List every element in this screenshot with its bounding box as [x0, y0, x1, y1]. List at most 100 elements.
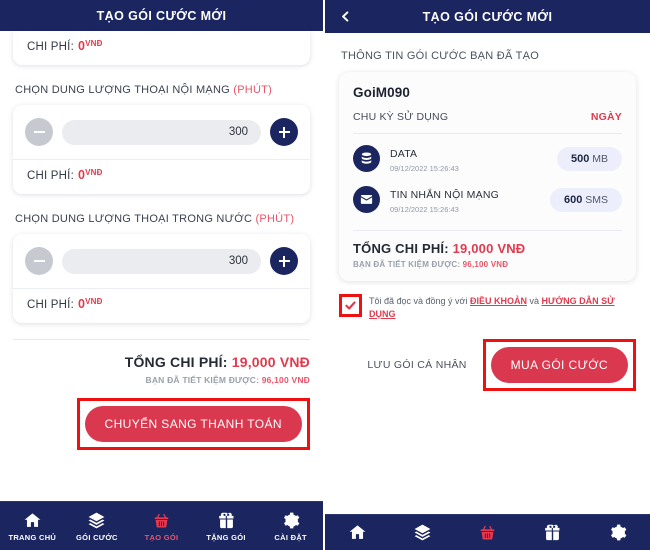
nav-item-trang-chu[interactable]: [325, 523, 390, 542]
savings-value: 96,100 VNĐ: [261, 375, 310, 385]
right-content: THÔNG TIN GÓI CƯỚC BẠN ĐÃ TẠO GoiM090 CH…: [325, 50, 650, 531]
save-personal-package-button[interactable]: LƯU GÓI CÁ NHÂN: [361, 359, 472, 371]
nav-item-trang-chu[interactable]: TRANG CHỦ: [0, 511, 65, 542]
feature-row-data: DATA 09/12/2022 15:26:43 500 MB: [353, 134, 622, 175]
right-phone-panel: TẠO GÓI CƯỚC MỚI THÔNG TIN GÓI CƯỚC BẠN …: [325, 0, 650, 550]
terms-prefix: Tôi đã đọc và đồng ý với: [369, 296, 470, 306]
total-cost-label: TỔNG CHI PHÍ:: [124, 354, 228, 370]
cost-amount: 0: [77, 297, 86, 311]
right-appbar-title: TẠO GÓI CƯỚC MỚI: [422, 9, 553, 24]
layers-icon: [87, 511, 106, 530]
feature-text-data: DATA 09/12/2022 15:26:43: [390, 144, 557, 173]
cost-row-top: CHI PHÍ: 0 VNĐ: [13, 31, 310, 65]
savings-label: BẠN ĐÃ TIẾT KIỆM ĐƯỢC:: [145, 375, 260, 385]
basket-icon: [152, 511, 171, 530]
section-unit: (PHÚT): [233, 84, 273, 96]
minus-icon: [33, 130, 45, 134]
decrement-button-trong-nuoc[interactable]: [25, 247, 53, 275]
nav-item-goi-cuoc[interactable]: GÓI CƯỚC: [65, 511, 130, 542]
home-icon: [348, 523, 367, 542]
nav-item-cai-dat[interactable]: CÀI ĐẶT: [258, 511, 323, 542]
cost-currency: VNĐ: [85, 39, 103, 48]
left-totals: TỔNG CHI PHÍ: 19,000 VNĐ BẠN ĐÃ TIẾT KIỆ…: [13, 339, 310, 385]
feature-text-sms: TIN NHẮN NỘI MẠNG 09/12/2022 15:26:43: [390, 185, 550, 214]
right-appbar: TẠO GÓI CƯỚC MỚI: [325, 0, 650, 33]
feature-date: 09/12/2022 15:26:43: [390, 205, 459, 214]
cost-row-trong-nuoc: CHI PHÍ: 0 VNĐ: [13, 289, 310, 323]
terms-text: Tôi đã đọc và đồng ý với ĐIỀU KHOẢN và H…: [369, 294, 636, 321]
buy-package-button[interactable]: MUA GÓI CƯỚC: [490, 347, 628, 384]
package-savings-line: BẠN ĐÃ TIẾT KIỆM ĐƯỢC: 96,100 VNĐ: [353, 260, 622, 269]
nav-label: GÓI CƯỚC: [76, 532, 118, 542]
feature-badge-value: 500: [570, 152, 590, 165]
nav-item-tang-goi[interactable]: TẶNG GÓI: [194, 511, 259, 542]
annotation-box-checkout: CHUYỂN SANG THANH TOÁN: [76, 398, 310, 450]
package-summary-card: GoiM090 CHU KỲ SỬ DỤNG NGÀY DATA 09/12/2…: [339, 72, 636, 281]
feature-badge-value: 600: [563, 193, 583, 206]
annotation-box-checkbox: [339, 294, 362, 317]
terms-checkbox[interactable]: [343, 298, 358, 313]
section-unit: (PHÚT): [255, 213, 295, 225]
feature-badge-data: 500 MB: [556, 146, 622, 171]
left-appbar: TẠO GÓI CƯỚC MỚI: [0, 0, 323, 31]
left-bottom-nav: TRANG CHỦ GÓI CƯỚC TẠO GÓI TẶNG GÓI CÀI …: [0, 501, 323, 550]
package-savings-label: BẠN ĐÃ TIẾT KIỆM ĐƯỢC:: [353, 260, 461, 269]
cost-currency: VNĐ: [85, 297, 103, 306]
cost-label: CHI PHÍ:: [27, 41, 74, 53]
total-cost-value: 19,000 VNĐ: [231, 354, 310, 370]
quantity-input-noi-mang[interactable]: 300: [62, 119, 261, 145]
cycle-value: NGÀY: [590, 111, 622, 123]
feature-row-sms: TIN NHẮN NỘI MẠNG 09/12/2022 15:26:43 60…: [353, 175, 622, 216]
terms-middle: và: [526, 296, 542, 306]
left-content: CHI PHÍ: 0 VNĐ CHỌN DUNG LƯỢNG THOẠI NỘI …: [0, 31, 323, 518]
decrement-button-noi-mang[interactable]: [25, 118, 53, 146]
nav-item-goi-cuoc[interactable]: [390, 523, 455, 542]
savings-line: BẠN ĐÃ TIẾT KIỆM ĐƯỢC: 96,100 VNĐ: [13, 375, 310, 385]
increment-button-noi-mang[interactable]: [270, 118, 298, 146]
gear-icon: [608, 523, 627, 542]
package-savings-value: 96,100 VNĐ: [462, 260, 509, 269]
cycle-row: CHU KỲ SỬ DỤNG NGÀY: [353, 111, 622, 134]
cycle-label: CHU KỲ SỬ DỤNG: [353, 111, 449, 123]
chevron-left-icon[interactable]: [338, 10, 352, 24]
section-label-trong-nuoc: CHỌN DUNG LƯỢNG THOẠI TRONG NƯỚC (PHÚT): [15, 213, 310, 225]
quantity-input-trong-nuoc[interactable]: 300: [62, 248, 261, 274]
nav-label: TẶNG GÓI: [206, 532, 246, 542]
package-total-value: 19,000 VNĐ: [452, 241, 526, 256]
home-icon: [23, 511, 42, 530]
feature-badge-unit: MB: [592, 152, 608, 165]
section-label-noi-mang: CHỌN DUNG LƯỢNG THOẠI NỘI MẠNG (PHÚT): [15, 84, 310, 96]
left-appbar-title: TẠO GÓI CƯỚC MỚI: [96, 8, 227, 23]
nav-label: TẠO GÓI: [144, 532, 179, 542]
right-actions-row: LƯU GÓI CÁ NHÂN MUA GÓI CƯỚC: [339, 339, 636, 392]
terms-link-dieu-khoan[interactable]: ĐIỀU KHOẢN: [470, 296, 527, 306]
section-card-trong-nuoc: 300 CHI PHÍ: 0 VNĐ: [13, 234, 310, 323]
feature-badge-unit: SMS: [585, 193, 608, 206]
feature-title: DATA: [390, 148, 418, 160]
plus-icon-vertical: [282, 126, 286, 138]
package-total-line: TỔNG CHI PHÍ: 19,000 VNĐ: [353, 241, 622, 256]
plus-icon-vertical: [282, 255, 286, 267]
database-icon: [353, 145, 380, 172]
cost-amount: 0: [77, 168, 86, 182]
terms-agreement-row: Tôi đã đọc và đồng ý với ĐIỀU KHOẢN và H…: [339, 294, 636, 321]
cost-currency: VNĐ: [85, 168, 103, 177]
nav-item-tao-goi[interactable]: TẠO GÓI: [129, 511, 194, 542]
feature-badge-sms: 600 SMS: [549, 187, 622, 212]
feature-title: TIN NHẮN NỘI MẠNG: [390, 189, 499, 201]
total-cost-line: TỔNG CHI PHÍ: 19,000 VNĐ: [13, 354, 310, 370]
envelope-icon: [353, 186, 380, 213]
checkout-button[interactable]: CHUYỂN SANG THANH TOÁN: [84, 406, 302, 442]
stepper-noi-mang: 300: [13, 105, 310, 160]
increment-button-trong-nuoc[interactable]: [270, 247, 298, 275]
nav-item-tao-goi[interactable]: [455, 523, 520, 542]
nav-item-cai-dat[interactable]: [585, 523, 650, 542]
stepper-trong-nuoc: 300: [13, 234, 310, 289]
right-bottom-nav: [325, 514, 650, 550]
nav-item-tang-goi[interactable]: [520, 523, 585, 542]
cost-row-noi-mang: CHI PHÍ: 0 VNĐ: [13, 160, 310, 194]
section-label-text: CHỌN DUNG LƯỢNG THOẠI TRONG NƯỚC: [15, 213, 253, 225]
annotation-box-buy: MUA GÓI CƯỚC: [482, 339, 636, 392]
gear-icon: [281, 511, 300, 530]
minus-icon: [33, 259, 45, 263]
